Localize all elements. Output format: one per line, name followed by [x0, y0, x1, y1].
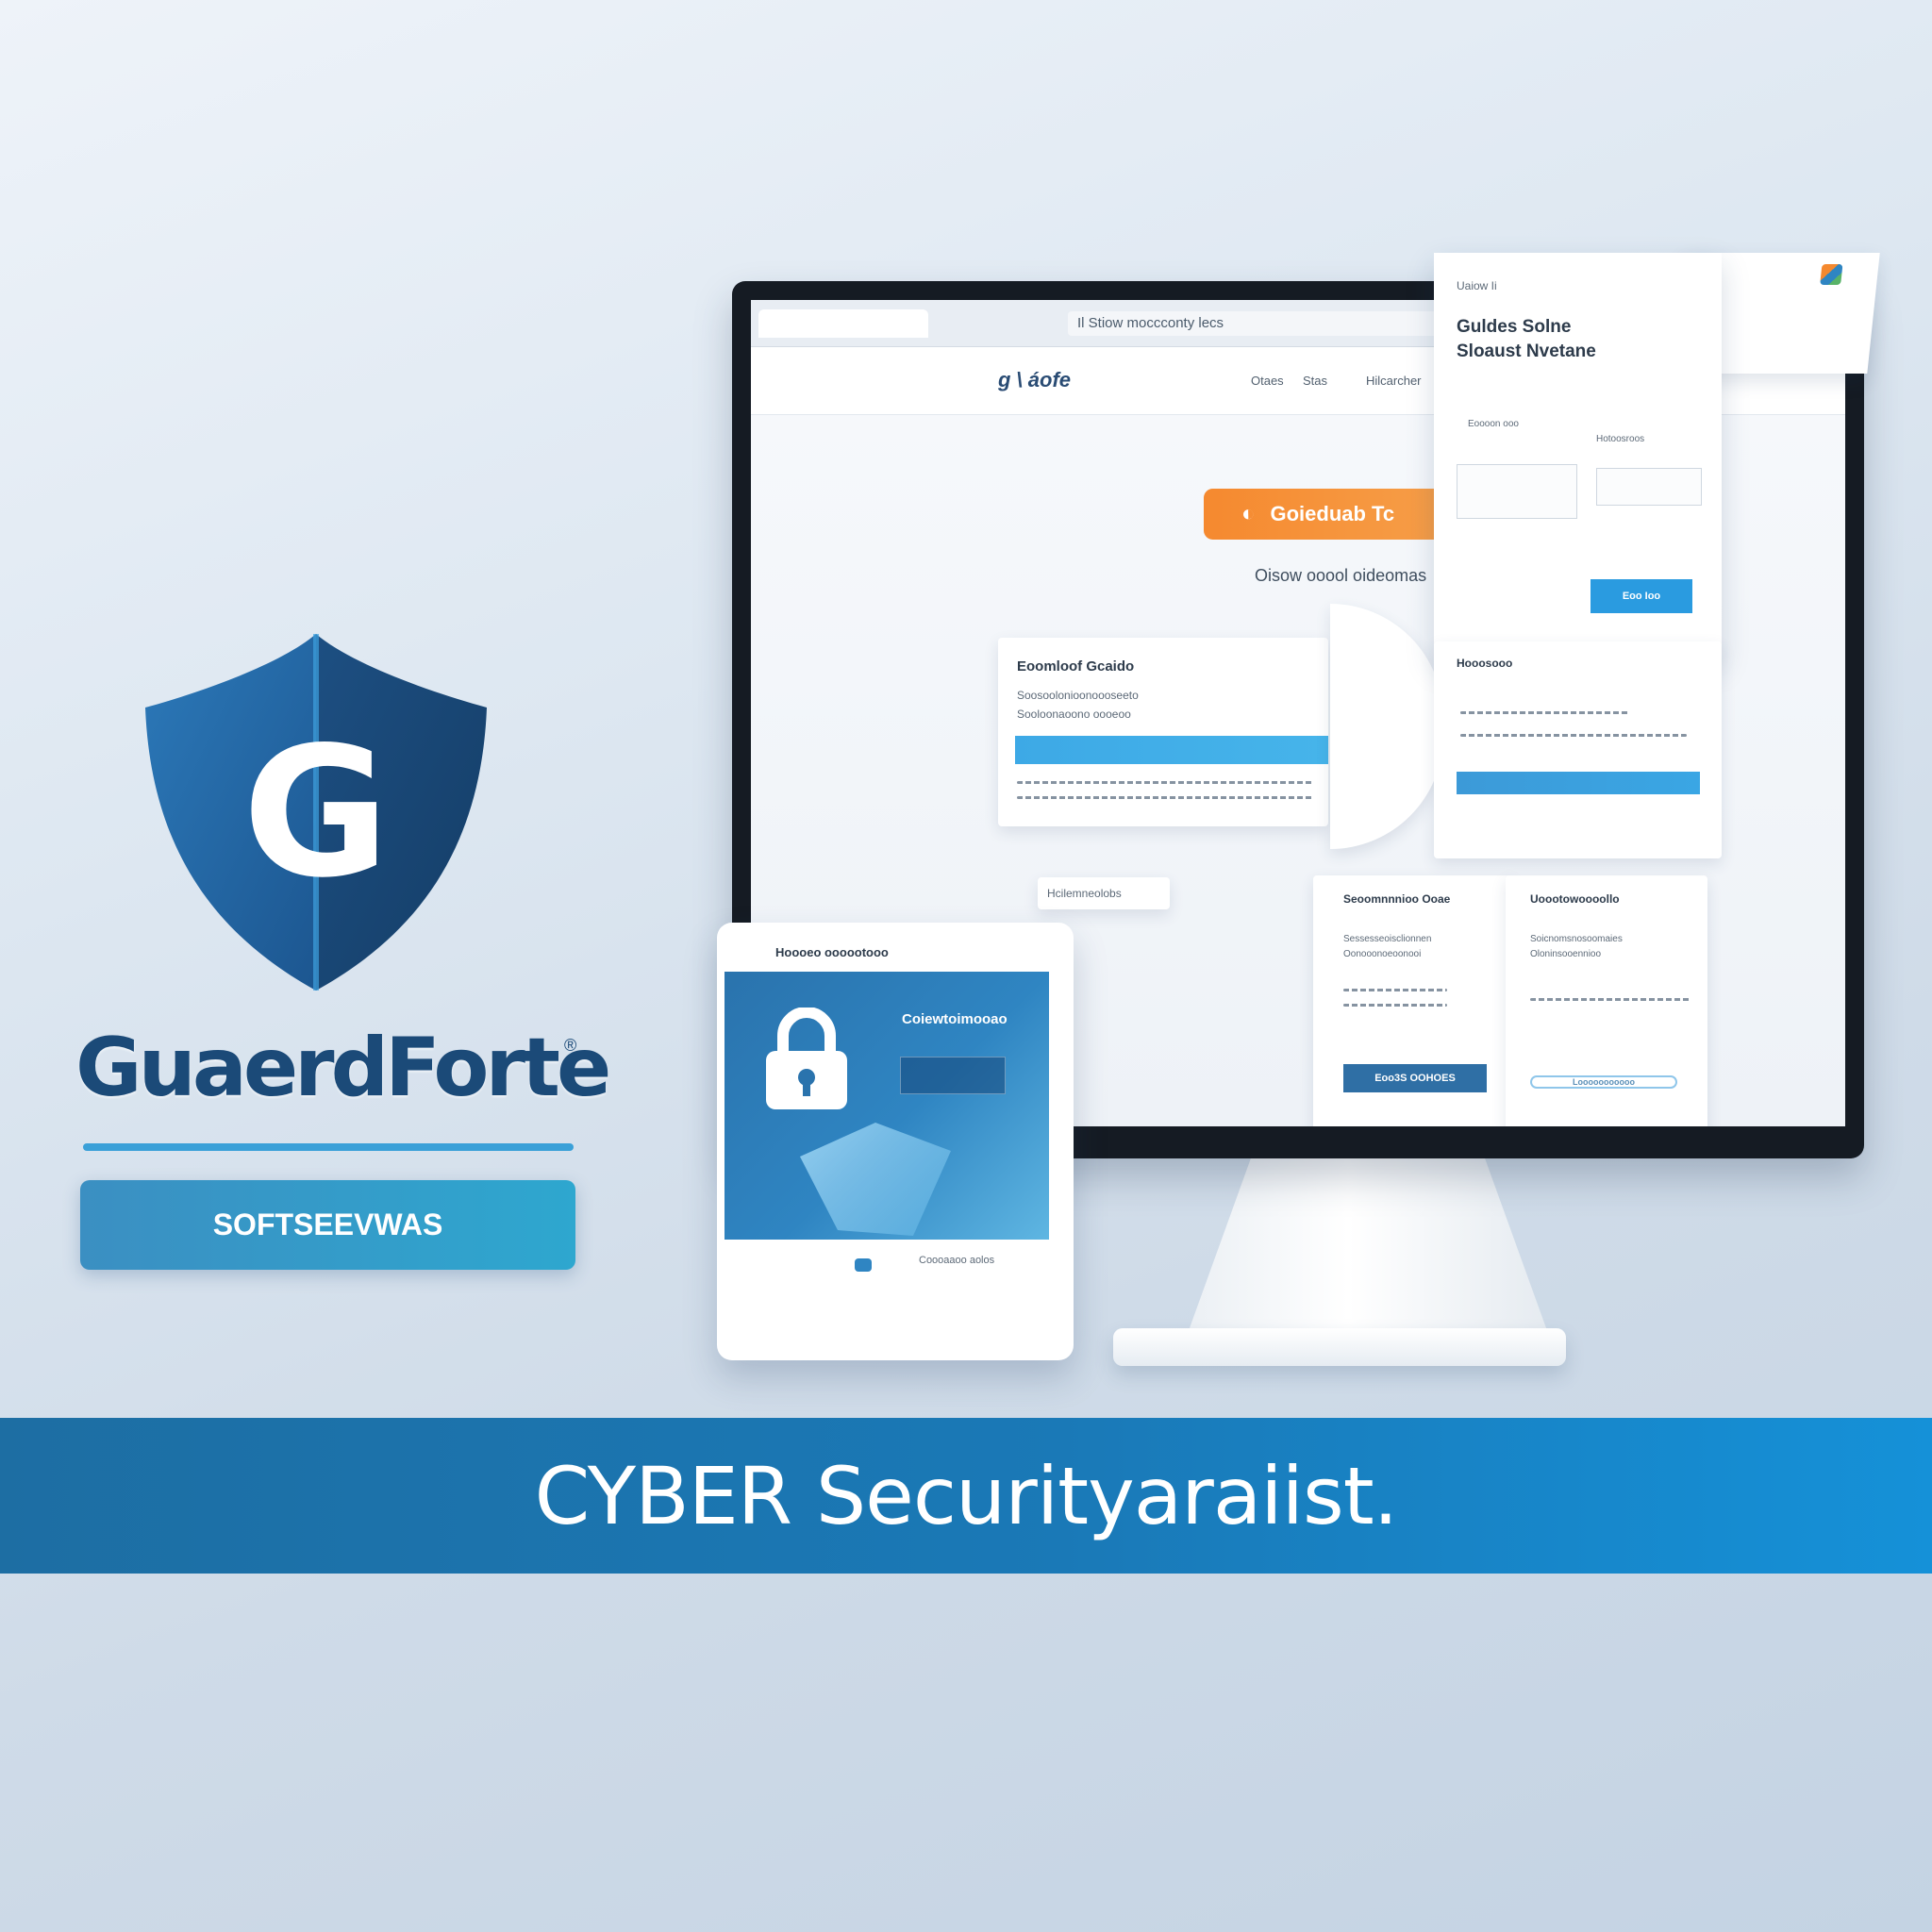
text-placeholder [1343, 1004, 1447, 1007]
form-label: Hotoosroos [1596, 434, 1645, 444]
section-label: Hooosooo [1457, 657, 1513, 670]
panel-line: Oloninsooennioo [1530, 949, 1602, 959]
panel-title: Uoootowoooollo [1530, 892, 1620, 906]
nav-link[interactable]: Stas [1303, 374, 1327, 388]
cta-label: Goieduab Tc [1270, 502, 1395, 525]
brand-name: GuaerdForte [75, 1021, 611, 1115]
crystal-graphic [800, 1123, 951, 1236]
window-tab-label: Uaiow Ii [1457, 279, 1497, 292]
tablet-screen-title: Coiewtoimooao [902, 1011, 1008, 1027]
card-title: Eoomloof Gcaido [1017, 658, 1135, 675]
tablet-footer-text: Coooaaoo aolos [919, 1255, 995, 1266]
decorative-shape [1330, 604, 1443, 849]
tablet-screen: Coiewtoimooao [724, 972, 1049, 1240]
brand-divider [83, 1143, 574, 1151]
float-window-button[interactable]: Eoo Ioo [1591, 579, 1692, 613]
shield-letter: G [242, 708, 390, 917]
chat-icon [855, 1258, 872, 1272]
settings-badge-icon [1820, 264, 1843, 285]
progress-bar [1015, 736, 1328, 764]
text-placeholder [1460, 734, 1687, 737]
text-placeholder [1530, 998, 1690, 1001]
form-label: Eoooon ooo [1468, 419, 1519, 429]
card-line: Soosoolonioonoooseeto [1017, 689, 1139, 702]
tablet-header: Hoooeo oooootooo [775, 945, 889, 959]
site-logo[interactable]: g \ áofe [998, 368, 1071, 392]
panel-right-button[interactable]: Looooooooooo [1530, 1075, 1677, 1089]
panel-right: Uoootowoooollo Soicnomsnosoomaies Olonin… [1506, 875, 1707, 1126]
chip-label: Hcilemneolobs [1047, 887, 1122, 900]
g-logo-icon: ◐ [1241, 501, 1256, 526]
padlock-icon [766, 1008, 847, 1109]
floating-window: Uaiow Ii Guldes Solne Sloaust Nvetane Eo… [1434, 253, 1722, 658]
monitor-base [1113, 1328, 1566, 1366]
text-placeholder [1343, 989, 1447, 991]
nav-link[interactable]: Hilcarcher [1366, 374, 1422, 388]
text-placeholder [1017, 781, 1314, 784]
window-title-line2: Sloaust Nvetane [1457, 341, 1596, 361]
text-placeholder [1460, 711, 1630, 714]
panel-line: Sessesseoisclionnen [1343, 934, 1432, 944]
tablet-input[interactable] [900, 1057, 1006, 1094]
form-input[interactable] [1596, 468, 1702, 506]
panel-line: Soicnomsnosoomaies [1530, 934, 1623, 944]
monitor-stand [1170, 1141, 1566, 1344]
text-placeholder [1017, 796, 1314, 799]
nav-link[interactable]: Otaes [1251, 374, 1284, 388]
panel-left: Seoomnnnioo Ooae Sessesseoisclionnen Oon… [1313, 875, 1513, 1126]
card-line: Sooloonaoono oooeoo [1017, 708, 1131, 721]
address-bar[interactable]: Il Stiow moccconty lecs [1068, 311, 1464, 336]
panel-title: Seoomnnnioo Ooae [1343, 892, 1451, 906]
label-chip: Hcilemneolobs [1038, 877, 1170, 909]
status-bar [1457, 772, 1700, 794]
browser-tab[interactable] [758, 309, 928, 338]
content-card: Eoomloof Gcaido Soosoolonioonoooseeto So… [998, 638, 1328, 826]
window-title-line1: Guldes Solne [1457, 317, 1572, 337]
registered-mark: ® [564, 1036, 577, 1055]
form-input[interactable] [1457, 464, 1577, 519]
brand-tagline-badge: SOFTSEEVWAS [80, 1180, 575, 1270]
shield-logo-icon: G [145, 634, 487, 991]
panel-left-button[interactable]: Eoo3S OOHOES [1343, 1064, 1487, 1092]
hero-subtitle: Oisow ooool oideomas [1255, 566, 1427, 585]
banner-text: CYBER Securityaraiist. [534, 1449, 1399, 1542]
cta-button[interactable]: ◐ Goieduab Tc [1204, 489, 1468, 540]
security-card: Hooosooo [1434, 641, 1722, 858]
panel-line: Oonooonoeoonooi [1343, 949, 1422, 959]
